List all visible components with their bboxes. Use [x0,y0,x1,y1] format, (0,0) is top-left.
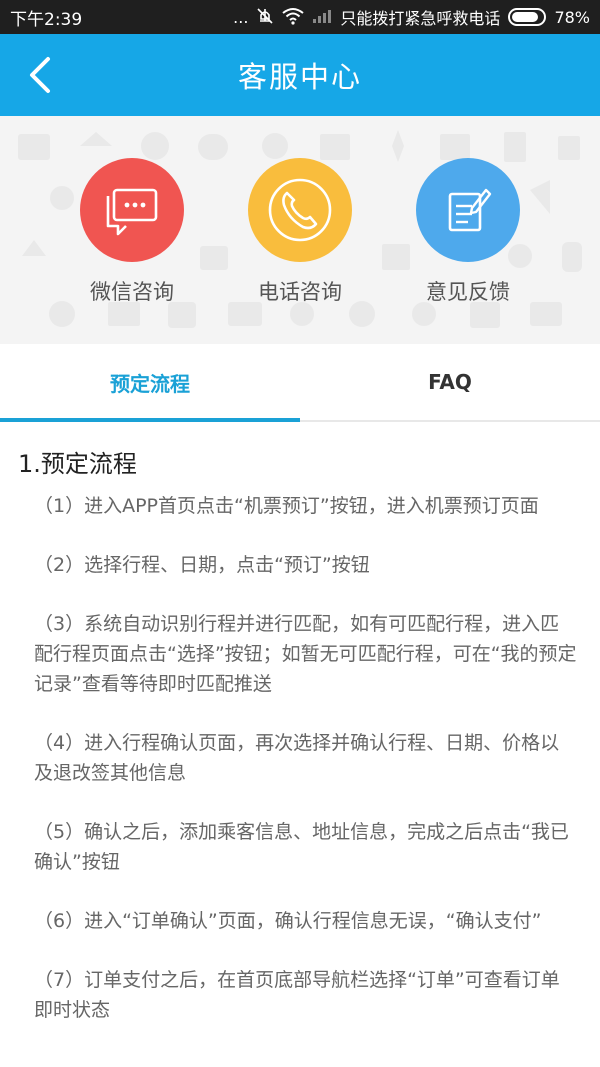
step-item: （4）进入行程确认页面，再次选择并确认行程、日期、价格以及退改签其他信息 [34,732,560,784]
status-bar: 下午2:39 ... 只能拨打紧急呼救电话 78% [0,0,600,34]
app-header: 客服中心 [0,34,600,116]
step-item: （6）进入“订单确认”页面，确认行程信息无误，“确认支付” [34,910,542,932]
wechat-consult-circle [80,158,184,262]
edit-note-icon [448,188,492,232]
mute-icon [256,7,274,28]
page-title: 客服中心 [237,60,362,94]
status-right: ... 只能拨打紧急呼救电话 78% [233,5,590,29]
battery-icon [508,8,547,26]
status-carrier: 只能拨打紧急呼救电话 [340,9,501,28]
phone-consult-label: 电话咨询 [258,280,342,304]
chat-bubble-icon [106,188,158,236]
phone-consult-button[interactable]: 电话咨询 [225,158,375,306]
tab-bar: 预定流程 FAQ [0,344,600,422]
phone-icon [268,178,332,242]
back-button[interactable] [22,54,58,96]
feedback-label: 意见反馈 [426,280,510,304]
step-item: （3）系统自动识别行程并进行匹配，如有可匹配行程，进入匹配行程页面点击“选择”按… [34,613,577,695]
feedback-button[interactable]: 意见反馈 [393,158,543,306]
booking-process-content: 1.预定流程 （1）进入APP首页点击“机票预订”按钮，进入机票预订页面 （2）… [0,424,600,1064]
status-time: 下午2:39 [10,9,83,30]
service-options: 微信咨询 电话咨询 意见反馈 [0,116,600,344]
tab-booking-process[interactable]: 预定流程 [0,344,300,422]
feedback-circle [416,158,520,262]
status-dots: ... [233,7,249,27]
battery-percent: 78% [554,7,590,27]
step-item: （2）选择行程、日期，点击“预订”按钮 [34,554,370,576]
step-item: （5）确认之后，添加乘客信息、地址信息，完成之后点击“我已确认”按钮 [34,821,569,873]
wechat-consult-button[interactable]: 微信咨询 [57,158,207,306]
wechat-consult-label: 微信咨询 [90,280,174,304]
tab-faq[interactable]: FAQ [300,344,600,420]
chevron-left-icon [30,57,50,93]
section-title: 1.预定流程 [18,450,137,478]
signal-icon [312,8,332,27]
step-item: （7）订单支付之后，在首页底部导航栏选择“订单”可查看订单即时状态 [34,969,560,1021]
phone-consult-circle [248,158,352,262]
wifi-icon [282,7,305,28]
step-item: （1）进入APP首页点击“机票预订”按钮，进入机票预订页面 [34,495,539,517]
